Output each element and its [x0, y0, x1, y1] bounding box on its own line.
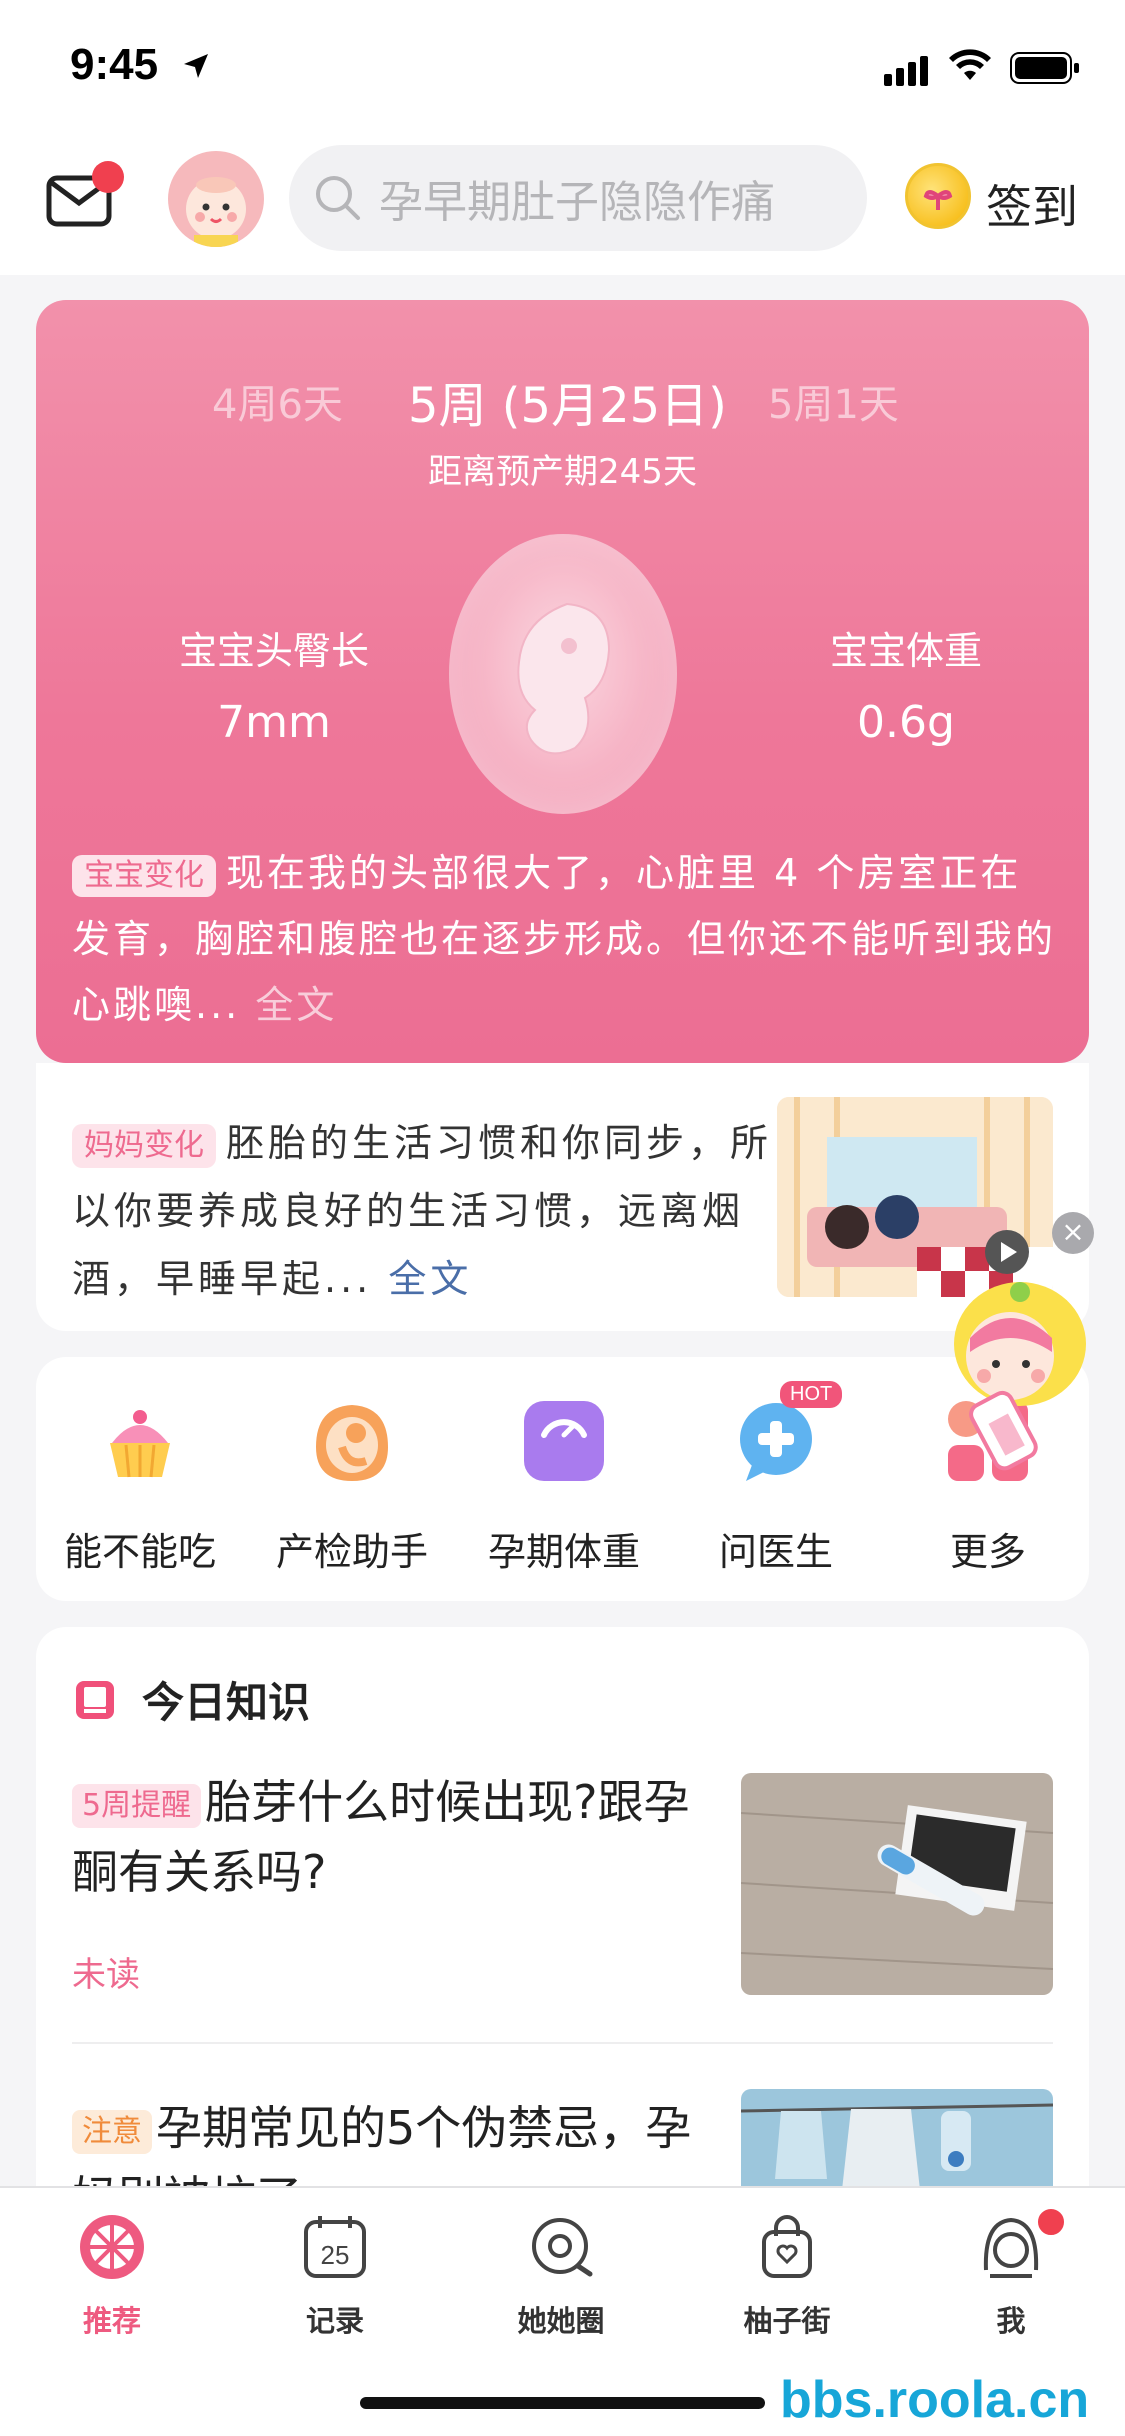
embryo-image[interactable]	[449, 534, 677, 814]
baby-face-icon	[186, 177, 246, 247]
tool-label: 能不能吃	[63, 1530, 216, 1574]
status-bar: 9:45	[0, 0, 1125, 135]
knowledge-header: 今日知识	[74, 1669, 310, 1730]
baby-length-label: 宝宝头臀长	[178, 629, 369, 673]
scale-icon	[520, 1397, 608, 1485]
tool-can-eat[interactable]: 能不能吃	[40, 1397, 240, 1576]
mascot-floating-icon[interactable]	[940, 1278, 1100, 1478]
top-bar: 孕早期肚子隐隐作痛 签到	[0, 135, 1125, 275]
baby-change-text[interactable]: 宝宝变化 现在我的头部很大了，心脏里 4 个房室正在发育，胸腔和腹腔也在逐步形成。…	[72, 840, 1062, 1038]
svg-text:25: 25	[321, 2240, 350, 2270]
week-previous[interactable]: 4周6天	[212, 372, 343, 430]
tab-label: 记录	[305, 2304, 364, 2338]
wifi-icon	[949, 49, 991, 80]
hot-badge: HOT	[780, 1381, 843, 1408]
tool-label: 孕期体重	[487, 1530, 640, 1574]
article-item[interactable]: 5周提醒 胎芽什么时候出现?跟孕酮有关系吗? 未读	[72, 1767, 712, 1996]
checkin-button[interactable]: 签到	[986, 171, 1078, 237]
grapefruit-icon	[80, 2215, 144, 2279]
tool-label: 更多	[949, 1530, 1026, 1574]
week-next[interactable]: 5周1天	[768, 372, 899, 430]
fetus-icon	[308, 1397, 396, 1485]
tool-label: 产检助手	[275, 1530, 428, 1574]
book-icon	[76, 1680, 114, 1719]
pregnancy-week-card[interactable]: 4周6天 5周 (5月25日) 5周1天 距离预产期245天 宝宝头臀长 7mm…	[36, 300, 1089, 1063]
tools-grid: 能不能吃 产检助手 孕期体重 问医生 HOT 更多	[36, 1357, 1089, 1601]
baby-change-tag: 宝宝变化	[72, 854, 216, 897]
mom-illustration[interactable]	[777, 1097, 1053, 1297]
tab-recommend[interactable]: 推荐	[37, 2212, 187, 2340]
baby-weight-label: 宝宝体重	[829, 629, 982, 673]
mom-change-text: 妈妈变化 胚胎的生活习惯和你同步，所以你要养成良好的生活习惯，远离烟酒，早睡早起.…	[72, 1109, 782, 1313]
tab-label: 我	[996, 2304, 1026, 2338]
tool-ask-doctor[interactable]: 问医生	[676, 1397, 876, 1576]
watermark-text: bbs.roola.cn	[780, 2371, 1090, 2429]
doctor-chat-icon	[732, 1397, 820, 1485]
baby-weight-value: 0.6g	[857, 697, 955, 748]
tool-prenatal-check[interactable]: 产检助手	[252, 1397, 452, 1576]
avatar[interactable]	[168, 151, 264, 247]
close-icon[interactable]: ×	[1052, 1212, 1094, 1254]
cupcake-icon	[96, 1397, 184, 1485]
circle-chat-icon	[532, 2218, 593, 2277]
mom-change-tag: 妈妈变化	[72, 1123, 216, 1168]
notification-dot	[1035, 2206, 1067, 2238]
tab-label: 推荐	[82, 2304, 141, 2338]
search-icon	[316, 176, 360, 220]
tab-records[interactable]: 25 记录	[260, 2212, 410, 2340]
unread-status: 未读	[72, 1955, 140, 1995]
week-current: 5周 (5月25日)	[408, 378, 727, 434]
battery-icon	[1010, 52, 1079, 84]
divider	[72, 2042, 1053, 2044]
article-title: 5周提醒 胎芽什么时候出现?跟孕酮有关系吗?	[72, 1767, 712, 1907]
baby-length-stat: 宝宝头臀长 7mm	[144, 620, 404, 748]
coin-icon[interactable]	[905, 163, 971, 229]
home-indicator[interactable]	[360, 2397, 765, 2409]
search-bar[interactable]: 孕早期肚子隐隐作痛	[289, 145, 867, 251]
tool-label: 问医生	[718, 1530, 833, 1574]
baby-weight-stat: 宝宝体重 0.6g	[776, 620, 1036, 748]
calendar-icon: 25	[304, 2216, 366, 2278]
tab-her-circle[interactable]: 她她圈	[486, 2212, 636, 2340]
due-date-countdown: 距离预产期245天	[428, 452, 697, 492]
tab-label: 柚子街	[743, 2304, 831, 2338]
article-tag: 注意	[72, 2109, 152, 2154]
cellular-signal-icon	[884, 56, 928, 86]
status-time: 9:45	[70, 40, 159, 89]
article-thumbnail[interactable]	[741, 1773, 1053, 1995]
mom-change-card[interactable]: 妈妈变化 胚胎的生活习惯和你同步，所以你要养成良好的生活习惯，远离烟酒，早睡早起.…	[36, 1063, 1089, 1331]
baby-change-body: 现在我的头部很大了，心脏里 4 个房室正在发育，胸腔和腹腔也在逐步形成。但你还不…	[72, 851, 1057, 1027]
tool-pregnancy-weight[interactable]: 孕期体重	[464, 1397, 664, 1576]
location-arrow-icon	[184, 54, 208, 78]
article-tag: 5周提醒	[72, 1783, 202, 1828]
search-placeholder: 孕早期肚子隐隐作痛	[379, 177, 775, 228]
mom-full-text-link[interactable]: 全文	[388, 1257, 472, 1301]
baby-length-value: 7mm	[217, 697, 331, 748]
knowledge-title: 今日知识	[142, 1678, 311, 1727]
tab-shop[interactable]: 柚子街	[712, 2212, 862, 2340]
baby-full-text-link[interactable]: 全文	[255, 983, 337, 1027]
notification-dot	[92, 161, 124, 193]
shopping-bag-icon	[762, 2215, 812, 2278]
tab-label: 她她圈	[517, 2304, 605, 2338]
